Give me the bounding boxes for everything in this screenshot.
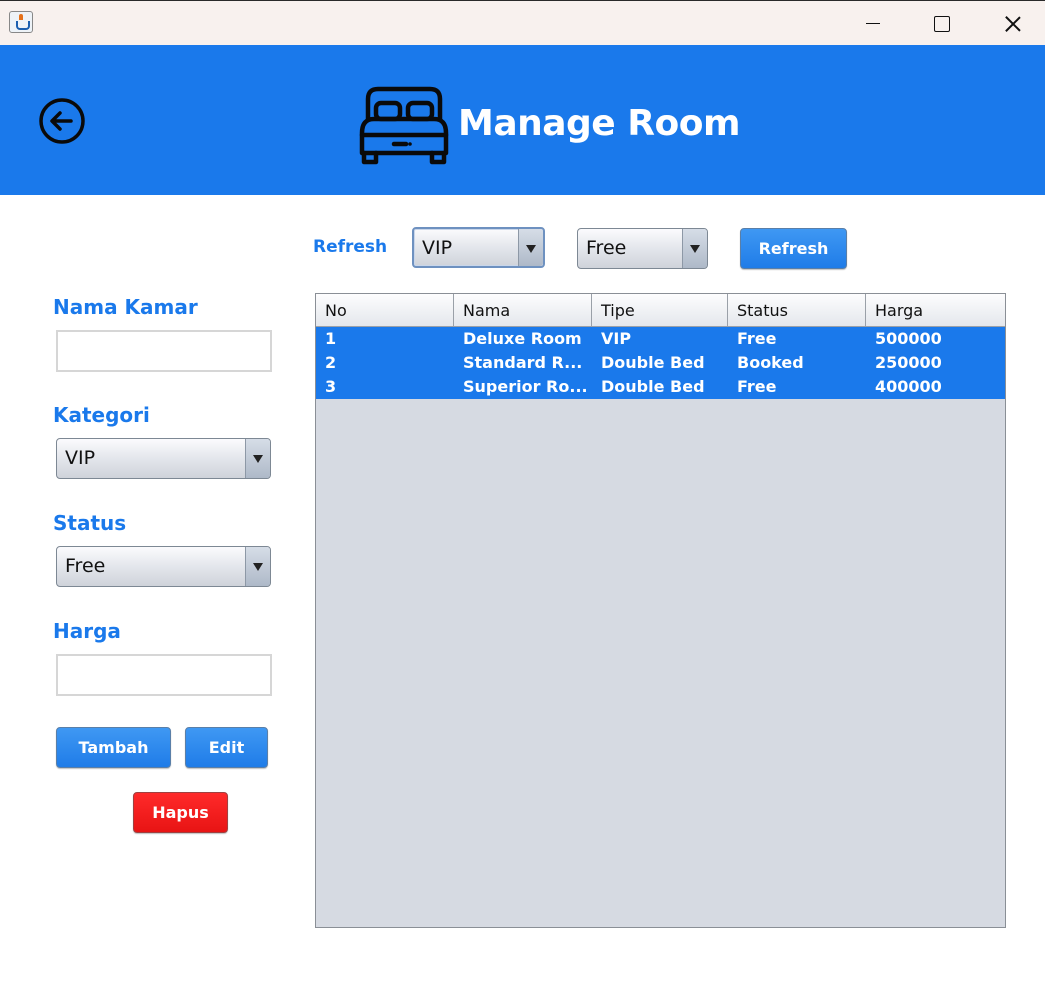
column-header-no[interactable]: No: [316, 294, 454, 327]
tambah-button[interactable]: Tambah: [56, 727, 171, 768]
minimize-icon[interactable]: [848, 7, 898, 39]
cell-nama: Superior Ro...: [463, 377, 588, 396]
filter-label: Refresh: [313, 237, 388, 257]
cell-no: 3: [325, 377, 337, 396]
page-header: Manage Room: [0, 45, 1045, 195]
cell-no: 2: [325, 353, 337, 372]
maximize-icon[interactable]: [916, 7, 966, 39]
refresh-button[interactable]: Refresh: [740, 228, 847, 269]
java-app-icon: [9, 11, 33, 33]
table-row[interactable]: 2 Standard R... Double Bed Booked 250000: [316, 351, 1005, 375]
room-table[interactable]: No Nama Tipe Status Harga 1 Deluxe Room …: [315, 293, 1006, 928]
cell-status: Booked: [737, 353, 804, 372]
cell-status: Free: [737, 377, 777, 396]
filter-status-value: Free: [586, 237, 627, 259]
nama-kamar-label: Nama Kamar: [53, 295, 198, 319]
cell-tipe: Double Bed: [601, 377, 705, 396]
cell-tipe: VIP: [601, 329, 632, 348]
kategori-select[interactable]: VIP: [56, 438, 271, 479]
nama-kamar-input[interactable]: [56, 330, 272, 372]
column-header-status[interactable]: Status: [728, 294, 866, 327]
bed-icon: [359, 86, 449, 165]
harga-label: Harga: [53, 619, 121, 643]
window-titlebar: [0, 0, 1045, 45]
edit-button[interactable]: Edit: [185, 727, 268, 768]
kategori-label: Kategori: [53, 403, 150, 427]
cell-no: 1: [325, 329, 337, 348]
kategori-value: VIP: [65, 447, 96, 469]
filter-category-value: VIP: [422, 237, 453, 259]
status-label: Status: [53, 511, 127, 535]
table-row[interactable]: 1 Deluxe Room VIP Free 500000: [316, 327, 1005, 351]
status-value: Free: [65, 555, 106, 577]
chevron-down-icon[interactable]: [518, 229, 543, 266]
table-header: No Nama Tipe Status Harga: [316, 294, 1005, 327]
column-header-nama[interactable]: Nama: [454, 294, 592, 327]
cell-harga: 400000: [875, 377, 942, 396]
chevron-down-icon[interactable]: [245, 547, 270, 586]
cell-nama: Standard R...: [463, 353, 583, 372]
hapus-button[interactable]: Hapus: [133, 792, 228, 833]
chevron-down-icon[interactable]: [245, 439, 270, 478]
cell-harga: 250000: [875, 353, 942, 372]
table-row[interactable]: 3 Superior Ro... Double Bed Free 400000: [316, 375, 1005, 399]
cell-tipe: Double Bed: [601, 353, 705, 372]
filter-status-select[interactable]: Free: [577, 228, 708, 269]
cell-nama: Deluxe Room: [463, 329, 582, 348]
harga-input[interactable]: [56, 654, 272, 696]
page-title: Manage Room: [458, 103, 740, 144]
cell-harga: 500000: [875, 329, 942, 348]
column-header-harga[interactable]: Harga: [866, 294, 1005, 327]
column-header-tipe[interactable]: Tipe: [592, 294, 728, 327]
filter-category-select[interactable]: VIP: [412, 227, 545, 268]
status-select[interactable]: Free: [56, 546, 271, 587]
chevron-down-icon[interactable]: [682, 229, 707, 268]
cell-status: Free: [737, 329, 777, 348]
close-icon[interactable]: [988, 7, 1038, 39]
arrow-left-circle-icon[interactable]: [38, 97, 86, 145]
